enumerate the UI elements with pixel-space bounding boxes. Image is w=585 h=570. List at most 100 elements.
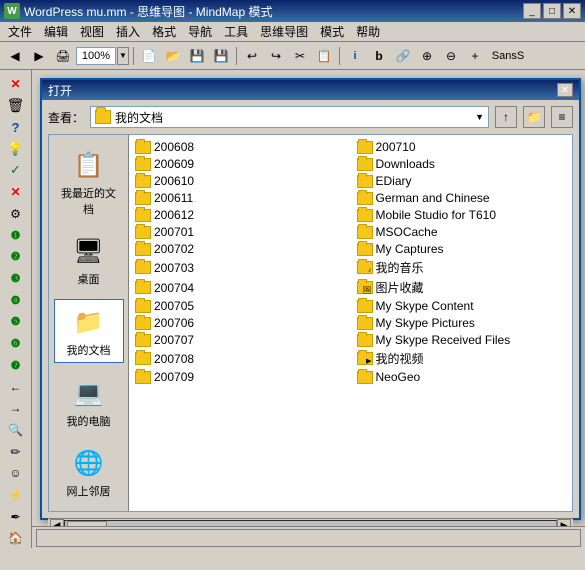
list-item[interactable]: My Skype Content [355,298,569,314]
redo-button[interactable]: ↪ [265,45,287,67]
expand-button[interactable]: + [464,45,486,67]
sidebar-num7[interactable]: ❼ [5,355,27,375]
sidebar-help-icon[interactable]: ? [5,117,27,137]
list-item[interactable]: 200703 [133,258,347,277]
my-computer-icon: 💻 [71,375,107,411]
menu-format[interactable]: 格式 [146,21,182,42]
list-item[interactable]: 200709 [133,369,347,385]
dialog-title: 打开 [48,82,72,99]
nav-desktop[interactable]: 🖥 桌面 [54,229,124,291]
list-item[interactable]: 🖼 图片收藏 [355,278,569,297]
sidebar-x-icon[interactable]: ✕ [5,182,27,202]
list-item[interactable]: ♪ 我的音乐 [355,258,569,277]
dialog-close-button[interactable]: ✕ [557,83,573,97]
list-item[interactable]: My Captures [355,241,569,257]
close-button[interactable]: ✕ [563,3,581,19]
info-button[interactable]: i [344,45,366,67]
list-item[interactable]: Downloads [355,156,569,172]
open-button[interactable]: 📂 [162,45,184,67]
folder-icon [135,300,151,313]
sidebar-pencil-icon[interactable]: ✏ [5,442,27,462]
menu-help[interactable]: 帮助 [350,21,386,42]
list-item[interactable]: 200610 [133,173,347,189]
list-item[interactable]: Mobile Studio for T610 [355,207,569,223]
list-item[interactable]: My Skype Pictures [355,315,569,331]
menu-nav[interactable]: 导航 [182,21,218,42]
menu-insert[interactable]: 插入 [110,21,146,42]
zoom-input[interactable]: 100% [76,47,116,65]
forward-button[interactable]: ▶ [28,45,50,67]
list-item[interactable]: MSOCache [355,224,569,240]
sidebar-num4[interactable]: ❹ [5,290,27,310]
sidebar-arrow-right[interactable]: → [5,399,27,419]
nav-recent-docs[interactable]: 📋 我最近的文档 [54,143,124,221]
sidebar-num1[interactable]: ❶ [5,225,27,245]
sidebar-gear-icon[interactable]: ⚙ [5,204,27,224]
sidebar-home-icon[interactable]: 🏠 [5,528,27,548]
back-button[interactable]: ◀ [4,45,26,67]
menu-view[interactable]: 视图 [74,21,110,42]
sidebar-arrow-left[interactable]: ← [5,377,27,397]
list-item[interactable]: My Skype Received Files [355,332,569,348]
list-item[interactable]: 200708 [133,349,347,368]
save-button[interactable]: 💾 [186,45,208,67]
list-item[interactable]: German and Chinese [355,190,569,206]
minimize-button[interactable]: _ [523,3,541,19]
list-item[interactable]: 200706 [133,315,347,331]
menu-mindmap[interactable]: 思维导图 [254,21,314,42]
nav-my-docs[interactable]: 📁 我的文档 [54,299,124,363]
sidebar-close-icon[interactable]: ✕ [5,74,27,94]
list-item[interactable]: 200701 [133,224,347,240]
my-docs-label: 我的文档 [67,342,111,358]
sidebar-zoom-icon[interactable]: 🔍 [5,420,27,440]
list-item[interactable]: 200608 [133,139,347,155]
list-item[interactable]: NeoGeo [355,369,569,385]
node-add[interactable]: ⊕ [416,45,438,67]
nav-my-computer[interactable]: 💻 我的电脑 [54,371,124,433]
print-button[interactable]: 🖨 [52,45,74,67]
lookin-select[interactable]: 我的文档 ▼ [90,106,489,128]
menu-mode[interactable]: 模式 [314,21,350,42]
folder-icon [135,317,151,330]
sidebar-num5[interactable]: ❺ [5,312,27,332]
sidebar-check-icon[interactable]: ✓ [5,161,27,181]
menu-edit[interactable]: 编辑 [38,21,74,42]
list-item[interactable]: 200609 [133,156,347,172]
menu-tools[interactable]: 工具 [218,21,254,42]
file-name: 200704 [154,281,194,295]
list-item[interactable]: EDiary [355,173,569,189]
new-button[interactable]: 📄 [138,45,160,67]
list-item[interactable]: 200704 [133,278,347,297]
sidebar-edit-icon[interactable]: ✒ [5,507,27,527]
list-item[interactable]: 200702 [133,241,347,257]
sidebar-num6[interactable]: ❻ [5,334,27,354]
font-box[interactable]: SansS [488,45,528,67]
sidebar-bulb-icon[interactable]: 💡 [5,139,27,159]
link-button[interactable]: 🔗 [392,45,414,67]
sidebar-flash-icon[interactable]: ⚡ [5,485,27,505]
cut-button[interactable]: ✂ [289,45,311,67]
save-all-button[interactable]: 💾 [210,45,232,67]
node-remove[interactable]: ⊖ [440,45,462,67]
nav-view-toggle[interactable]: ≡ [551,106,573,128]
undo-button[interactable]: ↩ [241,45,263,67]
bold-button[interactable]: b [368,45,390,67]
list-item[interactable]: 200707 [133,332,347,348]
nav-up-button[interactable]: ↑ [495,106,517,128]
sidebar-smile-icon[interactable]: ☺ [5,464,27,484]
nav-network[interactable]: 🌐 网上邻居 [54,441,124,503]
sidebar-num2[interactable]: ❷ [5,247,27,267]
sidebar-trash-icon[interactable]: 🗑 [5,96,27,116]
window-controls[interactable]: _ □ ✕ [523,3,581,19]
menu-file[interactable]: 文件 [2,21,38,42]
list-item[interactable]: ▶ 我的视频 [355,349,569,368]
list-item[interactable]: 200611 [133,190,347,206]
list-item[interactable]: 200705 [133,298,347,314]
nav-create-folder[interactable]: 📁 [523,106,545,128]
sidebar-num3[interactable]: ❸ [5,269,27,289]
list-item[interactable]: 200710 [355,139,569,155]
list-item[interactable]: 200612 [133,207,347,223]
maximize-button[interactable]: □ [543,3,561,19]
zoom-dropdown[interactable]: ▼ [117,47,129,65]
copy-button[interactable]: 📋 [313,45,335,67]
